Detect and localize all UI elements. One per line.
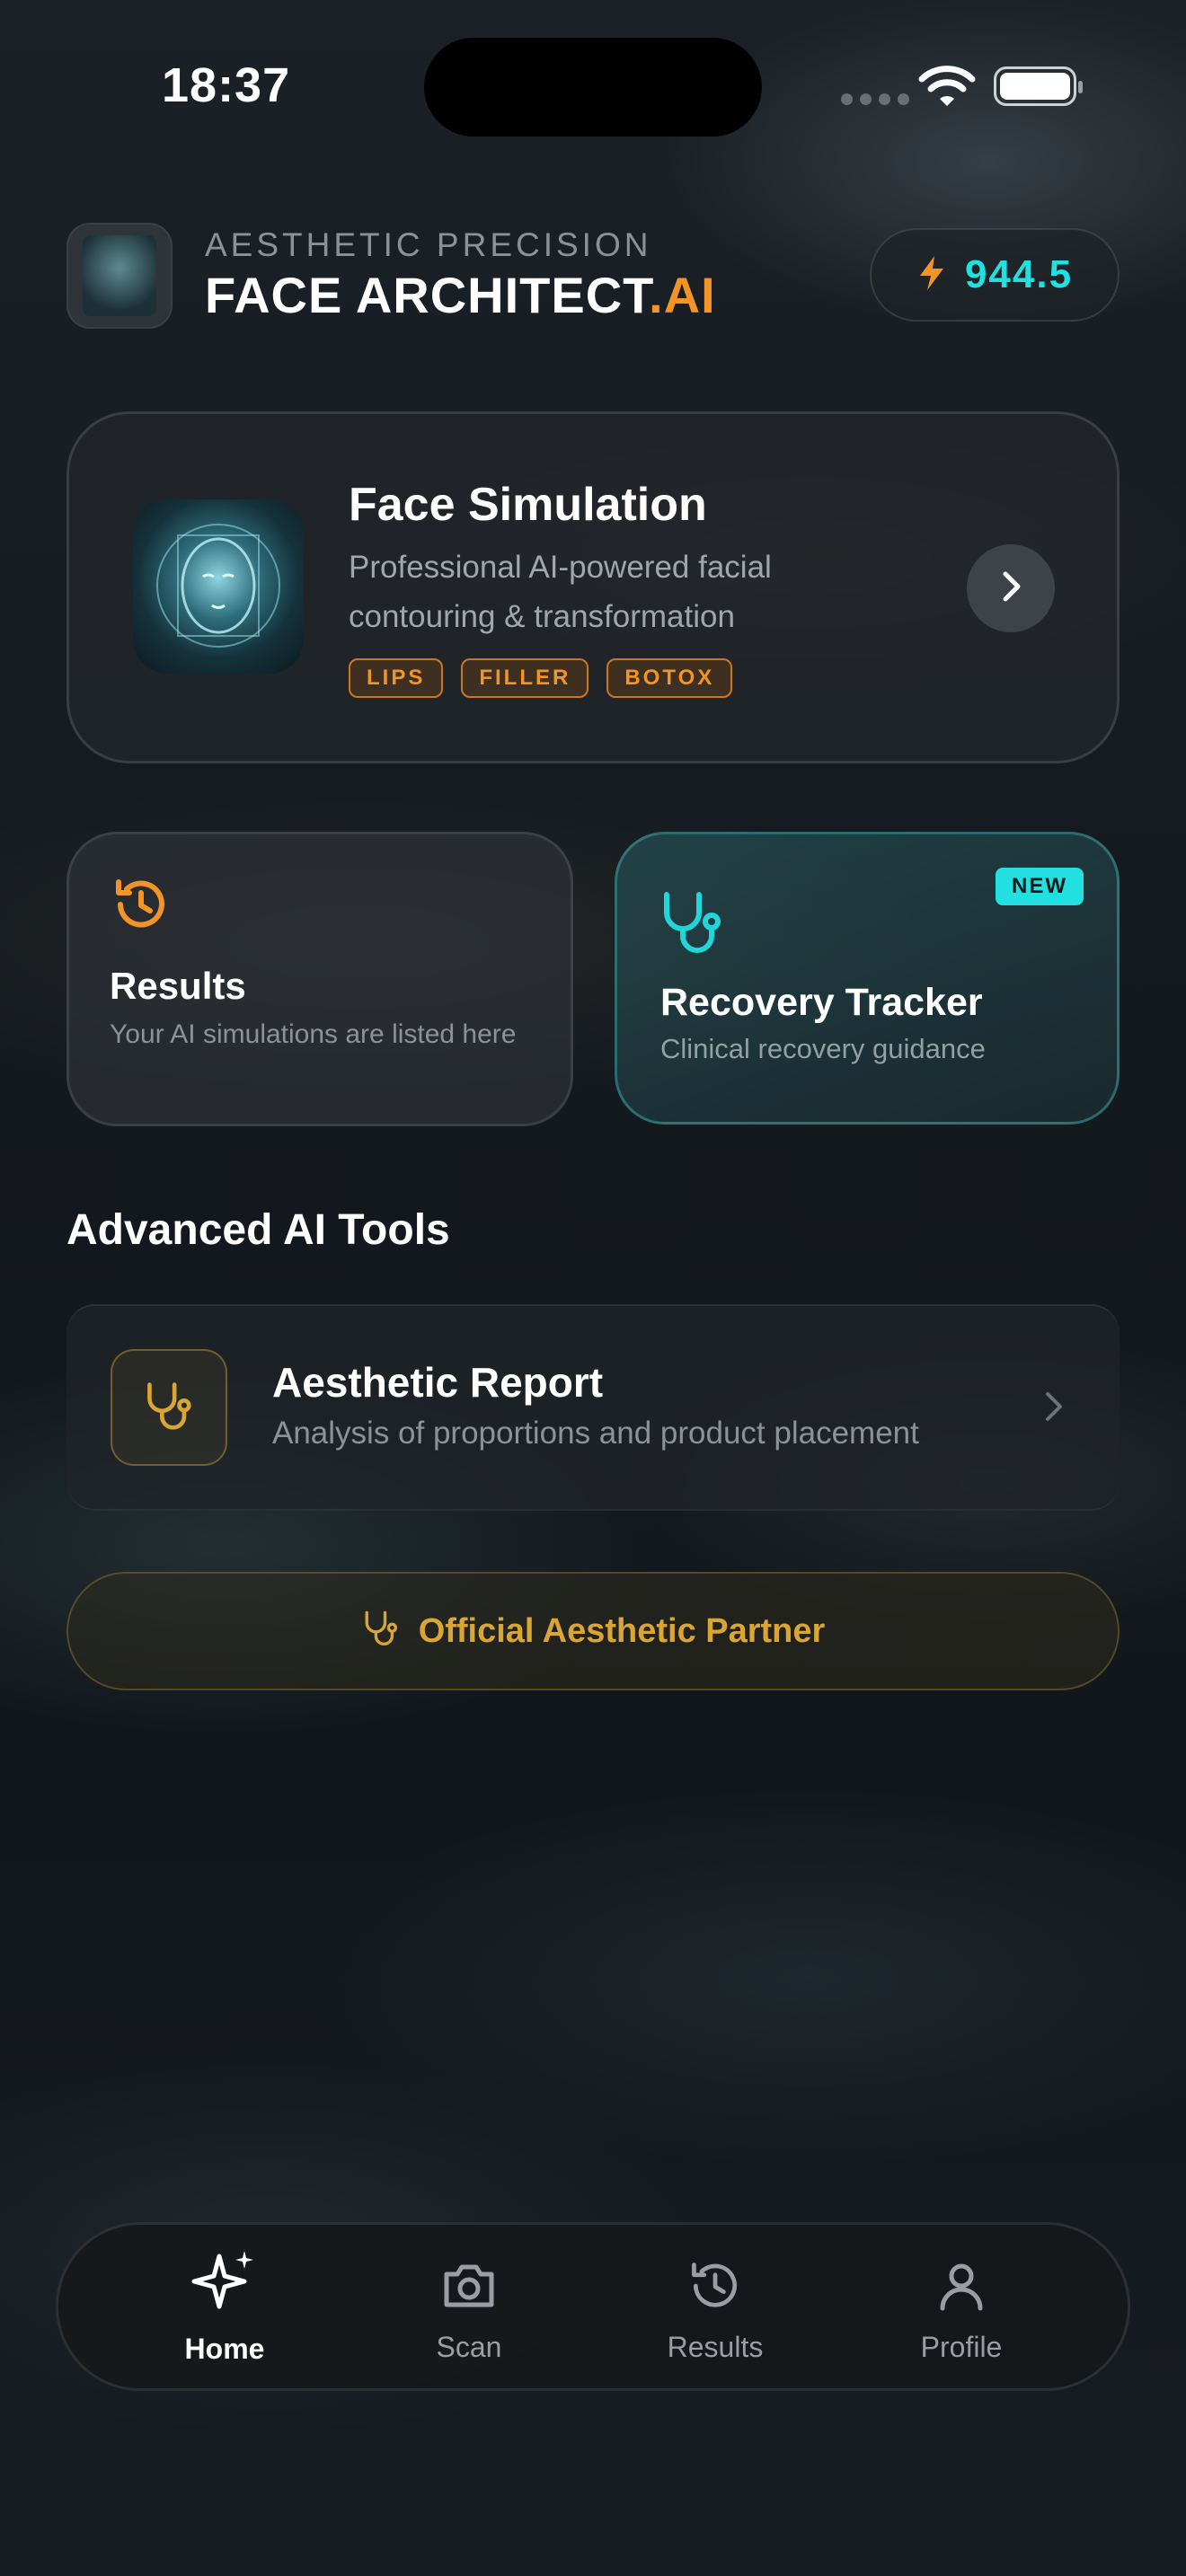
tab-home[interactable]: Home	[126, 2245, 323, 2366]
user-icon	[932, 2256, 991, 2320]
stethoscope-icon	[658, 889, 726, 964]
battery-icon	[994, 66, 1083, 106]
stethoscope-icon	[111, 1349, 227, 1466]
chevron-right-icon	[995, 569, 1027, 609]
credits-button[interactable]: 944.5	[870, 228, 1120, 322]
wifi-icon	[918, 65, 976, 112]
advanced-tools-heading: Advanced AI Tools	[66, 1206, 450, 1254]
results-card-title: Results	[110, 965, 246, 1007]
tab-results[interactable]: Results	[616, 2256, 814, 2364]
brand-title-main: FACE ARCHITECT	[205, 267, 650, 323]
chevron-right-icon	[1042, 1390, 1066, 1427]
results-card-description: Your AI simulations are listed here	[110, 1019, 517, 1049]
tag-lips: LIPS	[349, 658, 444, 698]
aesthetic-report-description: Analysis of proportions and product plac…	[272, 1416, 919, 1451]
tab-scan-label: Scan	[436, 2331, 502, 2363]
bolt-icon	[916, 254, 947, 296]
tag-botox: BOTOX	[606, 658, 733, 698]
face-simulation-open-button[interactable]	[967, 544, 1055, 632]
face-scan-image	[133, 499, 304, 674]
tab-home-label: Home	[184, 2333, 265, 2365]
camera-icon	[439, 2256, 499, 2320]
background	[0, 0, 1186, 2576]
treatment-tags: LIPS FILLER BOTOX	[349, 658, 733, 698]
face-simulation-title: Face Simulation	[349, 479, 707, 531]
status-time: 18:37	[162, 58, 291, 112]
brand-title-accent: .AI	[649, 267, 716, 323]
face-simulation-description: Professional AI-powered facial contourin…	[349, 550, 772, 634]
history-icon	[686, 2256, 745, 2320]
aesthetic-report-title: Aesthetic Report	[272, 1359, 604, 1406]
new-badge: NEW	[996, 868, 1084, 905]
official-partner-label: Official Aesthetic Partner	[418, 1611, 826, 1650]
sparkles-icon	[189, 2245, 261, 2322]
stethoscope-icon	[361, 1610, 401, 1654]
official-partner-button[interactable]: Official Aesthetic Partner	[66, 1572, 1120, 1690]
tab-profile-label: Profile	[920, 2331, 1003, 2363]
credits-value: 944.5	[964, 252, 1074, 296]
dynamic-island	[424, 38, 762, 137]
recovery-tracker-description: Clinical recovery guidance	[660, 1033, 986, 1064]
recovery-tracker-title: Recovery Tracker	[660, 981, 983, 1024]
tab-results-label: Results	[667, 2331, 764, 2363]
tag-filler: FILLER	[461, 658, 589, 698]
brand-subtitle: AESTHETIC PRECISION	[205, 226, 652, 263]
history-icon	[110, 873, 173, 940]
tab-scan[interactable]: Scan	[370, 2256, 568, 2364]
signal-icon	[841, 93, 909, 105]
tab-profile[interactable]: Profile	[863, 2256, 1060, 2364]
app-logo	[66, 223, 173, 329]
brand-title: FACE ARCHITECT.AI	[205, 266, 716, 324]
